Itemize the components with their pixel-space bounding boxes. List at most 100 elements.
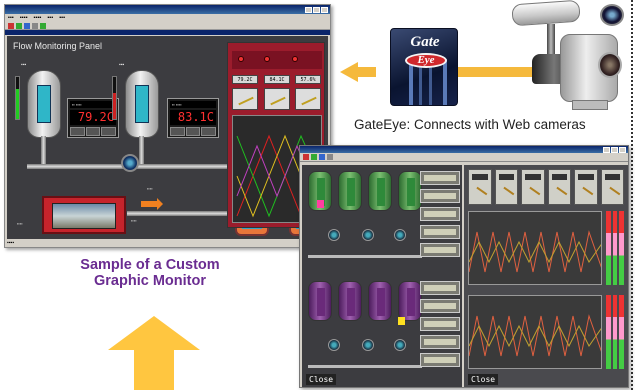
dial-gauge	[600, 169, 624, 205]
readout-button[interactable]	[70, 127, 85, 136]
menu-item[interactable]: ▪▪▪	[47, 14, 53, 22]
menu-item[interactable]: ▪▪▪▪	[34, 14, 42, 22]
vessel	[338, 171, 362, 211]
readout-header: ▪▪ ▪▪▪▪	[170, 101, 216, 108]
readout-buttons	[170, 127, 217, 136]
connector-bar	[458, 67, 540, 77]
pump-icon[interactable]	[328, 229, 340, 241]
settings-icon[interactable]	[319, 154, 325, 160]
dial-gauge	[547, 169, 571, 205]
panel-title: Flow Monitoring Panel	[13, 41, 103, 51]
menu-item[interactable]: ▪▪▪	[8, 14, 14, 22]
level-bar-gauge	[15, 76, 20, 120]
dial-gauge	[574, 169, 598, 205]
ptz-base	[572, 100, 608, 110]
readout-button[interactable]	[101, 127, 117, 136]
gauge-value: 79.2C	[232, 75, 258, 84]
alarm-lamp-icon	[264, 56, 270, 62]
dial-gauge-row	[468, 169, 624, 205]
alarm-lamp-icon	[292, 56, 298, 62]
logo-text-eye: Eye	[417, 54, 435, 66]
alarm-marker	[398, 317, 405, 325]
grid-icon[interactable]	[32, 23, 38, 29]
logo-text-gate: Gate	[410, 34, 440, 50]
readout-button[interactable]	[185, 127, 201, 136]
camera-caption: GateEye: Connects with Web cameras	[354, 117, 586, 132]
menu-item[interactable]: ▪▪▪	[59, 14, 65, 22]
level-bar-gauge	[112, 76, 117, 120]
temperature-value: 79.2C	[70, 110, 116, 125]
readout-button[interactable]	[85, 127, 101, 136]
settings-icon[interactable]	[24, 23, 30, 29]
maximize-button[interactable]	[313, 6, 320, 13]
close-button[interactable]: Close	[306, 374, 337, 385]
vessel	[368, 171, 392, 211]
window-titlebar[interactable]	[5, 5, 330, 14]
trend-lines	[469, 314, 601, 357]
pump-icon[interactable]	[362, 339, 374, 351]
camera-image	[52, 203, 116, 229]
window-titlebar[interactable]	[300, 146, 628, 153]
sample-caption-line2: Graphic Monitor	[94, 273, 206, 289]
dial-gauge	[232, 88, 258, 110]
pump-icon[interactable]	[328, 339, 340, 351]
status-box	[420, 189, 460, 203]
alarm-marker	[317, 200, 324, 208]
dial-gauge	[521, 169, 545, 205]
flow-label: ▪▪▪▪	[147, 186, 153, 191]
menu-item[interactable]: ▪▪▪▪	[20, 14, 28, 22]
status-bar: ▪▪▪▪	[7, 240, 15, 246]
vessel	[338, 281, 362, 321]
readout-button[interactable]	[201, 127, 217, 136]
alarm-lamp-icon	[238, 56, 244, 62]
run-icon[interactable]	[311, 154, 317, 160]
status-box	[420, 243, 460, 257]
level-bars	[606, 211, 625, 285]
ptz-lens-icon	[598, 52, 622, 78]
minimize-button[interactable]	[603, 146, 610, 153]
trend-chart	[468, 295, 602, 369]
tank-label: ▪▪▪	[21, 62, 27, 68]
flow-arrow-icon	[141, 198, 163, 210]
run-icon[interactable]	[16, 23, 22, 29]
close-window-button[interactable]	[619, 146, 626, 153]
web-camera-icon	[511, 0, 581, 27]
maximize-button[interactable]	[611, 146, 618, 153]
value-label: ▪▪▪▪	[131, 218, 137, 223]
toolbar	[300, 153, 628, 162]
menubar: ▪▪▪ ▪▪▪▪ ▪▪▪▪ ▪▪▪ ▪▪▪	[5, 14, 330, 22]
tank-liquid	[135, 85, 149, 123]
tank-label: ▪▪▪	[119, 62, 125, 68]
close-window-button[interactable]	[321, 6, 328, 13]
sample-caption: Sample of a Custom Graphic Monitor	[40, 257, 260, 289]
close-button[interactable]: Close	[468, 374, 499, 385]
stop-icon[interactable]	[8, 23, 14, 29]
arrow-up-icon	[108, 316, 200, 390]
camera-lens-icon	[600, 4, 624, 26]
level-bars	[606, 295, 625, 369]
dial-gauge	[468, 169, 492, 205]
vessel	[308, 281, 332, 321]
gateeye-logo: Gate Eye	[390, 28, 458, 106]
toolbar	[5, 22, 330, 30]
scale-label: ▪▪▪▪	[17, 221, 23, 226]
pump-icon[interactable]	[394, 339, 406, 351]
chart-icon[interactable]	[40, 23, 46, 29]
tank-2	[125, 70, 159, 138]
trend-lines	[469, 230, 601, 273]
window-controls	[305, 6, 328, 13]
camera-view-box[interactable]	[42, 196, 126, 234]
alarm-strip	[232, 51, 322, 69]
pump-icon[interactable]	[394, 229, 406, 241]
status-box	[420, 225, 460, 239]
window-controls	[603, 146, 626, 153]
grid-icon[interactable]	[327, 154, 333, 160]
pump-icon[interactable]	[362, 229, 374, 241]
stop-icon[interactable]	[303, 154, 309, 160]
temperature-readout-2: ▪▪ ▪▪▪▪ 83.1C	[167, 98, 219, 138]
pump-icon[interactable]	[121, 154, 139, 172]
minimize-button[interactable]	[305, 6, 312, 13]
status-box	[420, 335, 460, 349]
readout-button[interactable]	[170, 127, 185, 136]
gauge-value: 57.6%	[295, 75, 321, 84]
